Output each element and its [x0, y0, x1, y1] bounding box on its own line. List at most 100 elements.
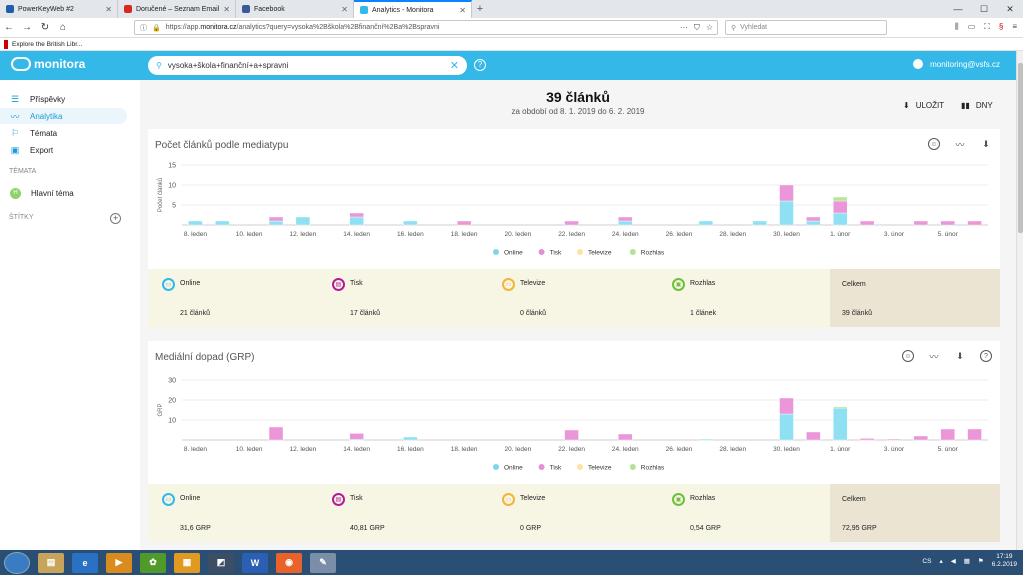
- bar-segment-rozhlas: [833, 196, 848, 202]
- language-indicator[interactable]: CS: [922, 558, 931, 565]
- download-icon: ⬇: [903, 101, 910, 110]
- tab-facebook[interactable]: Facebook ✕: [236, 0, 354, 18]
- firefox-icon[interactable]: ◉: [276, 552, 302, 573]
- start-button[interactable]: [4, 551, 30, 574]
- save-button[interactable]: ⬇ ULOŽIT: [903, 101, 944, 110]
- bar-segment-tisk: [806, 431, 821, 441]
- user-icon: [913, 59, 924, 69]
- url-bar[interactable]: ⓘ 🔒 https://app.monitora.cz/analytics?qu…: [134, 20, 718, 35]
- monitora-logo[interactable]: monitora: [11, 57, 85, 71]
- legend-dot: [577, 464, 583, 470]
- clear-icon[interactable]: ✕: [450, 59, 459, 72]
- x-tick-label: 18. leden: [451, 231, 478, 238]
- sidebar-item-prispevky[interactable]: ☰ Příspěvky: [0, 91, 127, 107]
- close-icon[interactable]: ✕: [223, 5, 230, 14]
- sidebar-icon[interactable]: ▭: [968, 22, 976, 32]
- bar-segment-tisk: [564, 429, 579, 441]
- app-icon[interactable]: ✎: [310, 552, 336, 573]
- topic-label: Hlavní téma: [31, 188, 74, 198]
- query-search-input[interactable]: ⚲ vysoka+škola+finanční+a+spravni ✕: [148, 56, 467, 75]
- page-scrollbar[interactable]: [1016, 51, 1023, 550]
- site-icon: [124, 5, 132, 13]
- topic-item[interactable]: H Hlavní téma: [0, 185, 127, 201]
- close-icon[interactable]: ✕: [105, 5, 112, 14]
- bar-segment-tisk: [349, 433, 364, 440]
- close-icon[interactable]: ✕: [341, 5, 348, 14]
- bookmark-icon: [4, 39, 8, 49]
- y-tick-label: 10: [168, 418, 176, 425]
- app-icon[interactable]: ◩: [208, 552, 234, 573]
- bar-segment-tisk: [940, 220, 955, 226]
- menu-icon[interactable]: ≡: [1012, 22, 1017, 32]
- legend-label: Rozhlas: [641, 250, 665, 257]
- grp-chart: 10 20 30 GRP 8. leden 10. leden 12. leden 14. l…: [158, 378, 988, 472]
- date-range: za období od 8. 1. 2019 do 6. 2. 2019: [511, 107, 645, 116]
- maximize-icon[interactable]: ☐: [971, 0, 997, 18]
- x-tick-label: 12. leden: [290, 446, 317, 453]
- legend-dot: [629, 249, 636, 255]
- user-menu[interactable]: monitoring@vsfs.cz: [913, 59, 1000, 69]
- x-tick-label: 1. únor: [830, 446, 851, 453]
- y-axis-label: GRP: [158, 403, 164, 416]
- x-tick-label: 5. únor: [938, 231, 959, 238]
- app-icon[interactable]: ▦: [174, 552, 200, 573]
- logo-icon: [11, 57, 31, 71]
- online-icon: ▭: [162, 278, 175, 291]
- bookmark-item[interactable]: Explore the British Libr...: [12, 41, 82, 48]
- stat-value: 72,95 GRP: [842, 525, 877, 532]
- star-icon[interactable]: ☆: [706, 23, 713, 33]
- minimize-icon[interactable]: —: [945, 0, 971, 18]
- stat-value: 0,54 GRP: [690, 525, 721, 532]
- extension-icon[interactable]: ⛶: [984, 22, 990, 32]
- tray-arrow-icon[interactable]: ▴: [939, 557, 942, 565]
- legend-label: Tisk: [550, 465, 562, 472]
- radio-icon: ▣: [672, 278, 685, 291]
- media-player-icon[interactable]: ▶: [106, 552, 132, 573]
- info-icon[interactable]: ⓘ: [140, 23, 147, 33]
- back-icon[interactable]: ←: [0, 22, 18, 33]
- clock[interactable]: 17:19 6.2.2019: [992, 553, 1017, 569]
- word-icon[interactable]: W: [242, 552, 268, 573]
- bar-segment-tisk: [779, 184, 794, 202]
- stat-value: 21 článků: [180, 310, 210, 317]
- legend-label: Televize: [588, 465, 612, 472]
- grp-stats-row: ▭ Online 31,6 GRP ▤ Tisk 40,81 GRP ▭ Televize…: [148, 484, 1000, 542]
- bar-segment-tisk: [913, 435, 929, 441]
- sidebar-item-temata[interactable]: ⚐ Témata: [0, 125, 127, 141]
- ie-icon[interactable]: e: [72, 552, 98, 573]
- extension-icon[interactable]: §: [999, 22, 1003, 32]
- close-icon[interactable]: ✕: [459, 6, 466, 15]
- stat-label: Online: [180, 280, 201, 287]
- flag-icon[interactable]: ⚑: [978, 557, 984, 565]
- os-taskbar: ▤ e ▶ ✿ ▦ ◩ W ◉ ✎ CS ▴ ◀ ▦ ⚑ 17:19 6.2.20…: [0, 550, 1023, 575]
- add-tag-icon[interactable]: +: [110, 213, 121, 224]
- tab-powerkeyweb[interactable]: PowerKeyWeb #2 ✕: [0, 0, 118, 18]
- help-icon[interactable]: ?: [474, 59, 486, 71]
- close-window-icon[interactable]: ✕: [997, 0, 1023, 18]
- tab-analytics-monitora[interactable]: Analytics - Monitora ✕: [354, 0, 472, 18]
- x-tick-label: 30. leden: [773, 231, 800, 238]
- library-icon[interactable]: ⫼: [955, 22, 959, 32]
- home-icon[interactable]: ⌂: [54, 22, 72, 33]
- forward-icon[interactable]: →: [18, 22, 36, 33]
- sidebar-item-label: Témata: [30, 128, 58, 138]
- tab-seznam-email[interactable]: Doručené – Seznam Email ✕: [118, 0, 236, 18]
- more-icon[interactable]: ···: [680, 23, 688, 33]
- sidebar-item-analytika[interactable]: 〰 Analytika: [0, 108, 127, 124]
- bar-segment-online: [779, 413, 794, 441]
- scrollbar-thumb[interactable]: [1018, 63, 1023, 233]
- network-icon[interactable]: ▦: [964, 557, 970, 565]
- app-icon[interactable]: ✿: [140, 552, 166, 573]
- browser-search-input[interactable]: ⚲ Vyhledat: [725, 20, 887, 35]
- x-tick-label: 28. leden: [719, 231, 746, 238]
- sidebar-item-export[interactable]: ▣ Export: [0, 142, 127, 158]
- speaker-icon[interactable]: ◀: [951, 557, 956, 565]
- new-tab-button[interactable]: +: [472, 0, 488, 18]
- explorer-icon[interactable]: ▤: [38, 552, 64, 573]
- bar-segment-tisk: [456, 220, 472, 226]
- y-tick-label: 5: [172, 203, 176, 210]
- pocket-icon[interactable]: ⛉: [694, 23, 700, 33]
- x-tick-label: 10. leden: [236, 231, 263, 238]
- reload-icon[interactable]: ↻: [36, 22, 54, 33]
- days-button[interactable]: ▮▮ DNY: [961, 101, 993, 110]
